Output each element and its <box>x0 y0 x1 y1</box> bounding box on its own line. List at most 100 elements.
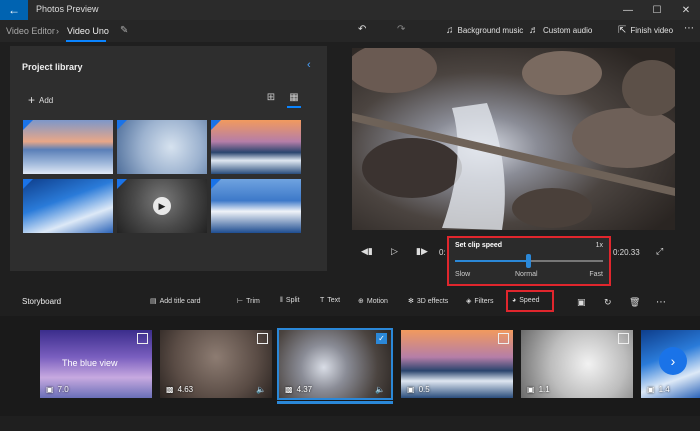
custom-audio-label: Custom audio <box>543 26 593 35</box>
rename-pencil-icon[interactable]: ✎ <box>120 25 128 36</box>
clip-duration-value: 4.63 <box>177 385 194 394</box>
play-button[interactable]: ▷ <box>391 246 398 257</box>
play-icon: ▷ <box>391 246 398 256</box>
previous-frame-icon: ◀▮ <box>361 246 373 256</box>
redo-button[interactable]: ↷ <box>397 24 405 35</box>
fullscreen-button[interactable]: ⤢ <box>656 246 663 257</box>
project-library-title: Project library <box>22 62 83 72</box>
clip-speed-popup: Set clip speed 1x Slow Normal Fast <box>447 236 611 286</box>
back-button[interactable]: ← <box>0 0 28 20</box>
custom-audio-button[interactable]: ♬ Custom audio <box>529 25 592 36</box>
previous-frame-button[interactable]: ◀▮ <box>361 246 373 257</box>
filters-icon: ◈ <box>466 298 472 305</box>
thumbnail-flag <box>23 120 33 130</box>
clip-duration-value: 1.4 <box>658 385 670 394</box>
small-grid-view-icon[interactable]: ▦ <box>288 92 300 104</box>
storyboard-clip[interactable]: ▣ 1.1 <box>521 330 633 398</box>
split-label: Split <box>285 297 300 304</box>
3d-effects-button[interactable]: ✻ 3D effects <box>408 297 448 306</box>
maximize-button[interactable]: ☐ <box>643 0 671 20</box>
image-icon: ▣ <box>46 385 54 394</box>
motion-icon: ⊕ <box>358 298 364 305</box>
speed-highlight-box <box>506 290 554 312</box>
next-frame-icon: ▮▶ <box>416 246 428 256</box>
clip-duration: ▣ 7.0 <box>46 385 69 394</box>
title-bar <box>0 0 700 20</box>
clip-duration: ▣ 1.1 <box>527 385 550 394</box>
library-video-thumbnail[interactable]: ▶ <box>117 179 207 233</box>
library-thumbnail[interactable] <box>211 179 301 233</box>
add-title-card-button[interactable]: ▤ Add title card <box>150 297 200 306</box>
3d-effects-icon: ✻ <box>408 298 414 305</box>
library-thumbnail[interactable] <box>211 120 301 174</box>
export-icon: ⇱ <box>618 25 627 36</box>
storyboard-clip[interactable]: ▩ 4.63 🔈 <box>160 330 272 398</box>
app-title: Photos Preview <box>36 4 99 14</box>
breadcrumb-chevron-icon: › <box>56 26 59 36</box>
storyboard-more-button[interactable]: ⋯ <box>656 297 666 308</box>
library-thumbnail[interactable] <box>23 120 113 174</box>
thumbnail-flag <box>23 179 33 189</box>
trim-button[interactable]: ⊢ Trim <box>237 297 260 306</box>
speed-slider-thumb[interactable] <box>526 254 531 268</box>
selected-clip-indicator <box>277 401 393 404</box>
image-icon: ▣ <box>647 385 655 394</box>
clip-overlay-text: The blue view <box>62 358 118 368</box>
clip-duration-value: 1.1 <box>538 385 550 394</box>
text-label: Text <box>327 297 341 304</box>
image-icon: ▣ <box>527 385 535 394</box>
thumbnail-flag <box>211 120 221 130</box>
clip-checkbox[interactable] <box>257 333 268 344</box>
motion-button[interactable]: ⊕ Motion <box>358 297 388 306</box>
resize-icon: ▣ <box>577 297 586 307</box>
split-button[interactable]: ‖ Split <box>280 297 300 304</box>
filters-label: Filters <box>474 297 494 305</box>
add-button[interactable]: + Add <box>28 93 53 107</box>
chevron-right-icon: › <box>670 353 676 369</box>
clip-checkbox[interactable] <box>618 333 629 344</box>
background-music-label: Background music <box>457 26 524 35</box>
undo-button[interactable]: ↶ <box>358 24 366 35</box>
storyboard-clip[interactable]: ▣ 0.5 <box>401 330 513 398</box>
plus-icon: + <box>28 93 36 107</box>
undo-icon: ↶ <box>358 24 367 35</box>
speed-popup-title: Set clip speed <box>455 242 503 249</box>
text-button[interactable]: T Text <box>320 297 340 304</box>
minimize-button[interactable]: — <box>614 0 642 20</box>
background-music-button[interactable]: ♫ Background music <box>446 25 523 36</box>
rotate-button[interactable]: ↻ <box>604 297 612 308</box>
finish-video-label: Finish video <box>630 26 674 35</box>
finish-video-button[interactable]: ⇱ Finish video <box>618 25 673 36</box>
speed-rate: 1x <box>595 242 603 249</box>
motion-label: Motion <box>366 297 388 305</box>
play-icon[interactable]: ▶ <box>153 197 171 215</box>
clip-duration: ▩ 4.63 <box>166 385 193 394</box>
scroll-right-button[interactable]: › <box>659 347 687 375</box>
breadcrumb-root[interactable]: Video Editor <box>6 26 55 36</box>
trim-label: Trim <box>246 297 260 305</box>
clip-duration-value: 0.5 <box>418 385 430 394</box>
trash-icon: 🗑 <box>629 297 641 307</box>
more-options-button[interactable]: ⋯ <box>684 23 694 34</box>
resize-button[interactable]: ▣ <box>577 297 586 308</box>
close-button[interactable]: ✕ <box>672 0 700 20</box>
filters-button[interactable]: ◈ Filters <box>466 297 494 306</box>
clip-duration: ▣ 1.4 <box>647 385 670 394</box>
title-card-icon: ▤ <box>150 298 157 305</box>
collapse-library-chevron-icon[interactable]: ‹ <box>307 59 311 71</box>
video-preview[interactable] <box>352 48 675 230</box>
back-arrow-icon: ← <box>8 3 20 17</box>
breadcrumb-current[interactable]: Video Uno <box>67 26 109 36</box>
speed-fast-label: Fast <box>589 271 603 278</box>
library-thumbnail[interactable] <box>23 179 113 233</box>
clip-checkbox[interactable] <box>498 333 509 344</box>
delete-button[interactable]: 🗑 <box>629 297 640 308</box>
large-grid-view-icon[interactable]: ⊞ <box>265 92 277 104</box>
storyboard-clip[interactable]: The blue view ▣ 7.0 <box>40 330 152 398</box>
clip-checkbox[interactable] <box>137 333 148 344</box>
more-icon: ⋯ <box>656 297 666 308</box>
total-time: 0:20.33 <box>613 248 640 257</box>
next-frame-button[interactable]: ▮▶ <box>416 246 428 257</box>
redo-icon: ↷ <box>397 24 406 35</box>
library-thumbnail[interactable] <box>117 120 207 174</box>
